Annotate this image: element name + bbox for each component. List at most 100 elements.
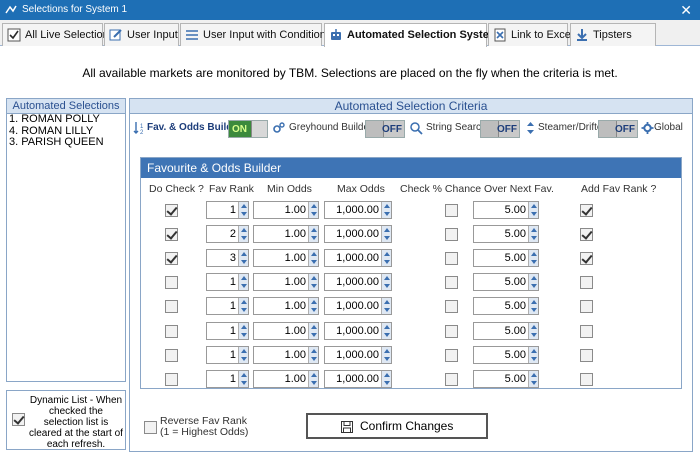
spin-buttons[interactable]	[381, 202, 391, 218]
min-odds-spinner[interactable]: 1.00	[253, 249, 319, 268]
spin-buttons[interactable]	[238, 346, 248, 363]
fav-rank-spinner[interactable]: 1	[206, 345, 249, 364]
add-fav-rank-checkbox[interactable]	[580, 348, 593, 362]
spin-buttons[interactable]	[381, 274, 391, 291]
spin-buttons[interactable]	[308, 322, 318, 339]
pct-chance-spinner[interactable]: 5.00	[473, 321, 539, 340]
spin-buttons[interactable]	[308, 202, 318, 218]
tab-all-live-selections[interactable]: All Live Selections	[2, 23, 114, 46]
add-fav-rank-checkbox[interactable]	[580, 228, 593, 242]
fav-rank-spinner[interactable]: 1	[206, 321, 249, 340]
pct-chance-spinner[interactable]: 5.00	[473, 201, 539, 219]
string-search-toggle[interactable]: OFF	[480, 120, 520, 138]
spin-buttons[interactable]	[381, 322, 391, 339]
close-icon[interactable]: ✕	[680, 0, 692, 20]
spin-buttons[interactable]	[238, 226, 248, 243]
spin-buttons[interactable]	[238, 274, 248, 291]
add-fav-rank-checkbox[interactable]	[580, 252, 593, 266]
fav-rank-spinner[interactable]: 1	[206, 273, 249, 292]
min-odds-spinner[interactable]: 1.00	[253, 225, 319, 244]
add-fav-rank-checkbox[interactable]	[580, 372, 593, 386]
add-fav-rank-checkbox[interactable]	[580, 324, 593, 338]
list-item[interactable]: 1. ROMAN POLLY	[7, 113, 125, 126]
tab-tipsters[interactable]: Tipsters	[570, 23, 656, 46]
reverse-fav-rank-checkbox[interactable]	[144, 421, 157, 434]
spin-buttons[interactable]	[308, 370, 318, 387]
spin-buttons[interactable]	[381, 370, 391, 387]
add-fav-rank-checkbox[interactable]	[580, 276, 593, 290]
tab-user-input-with-conditions[interactable]: User Input with Conditions	[180, 23, 331, 46]
pct-chance-spinner[interactable]: 5.00	[473, 369, 539, 388]
min-odds-spinner[interactable]: 1.00	[253, 297, 319, 316]
max-odds-spinner[interactable]: 1,000.00	[324, 321, 392, 340]
tab-link-to-excel[interactable]: Link to Excel	[488, 23, 573, 46]
pct-chance-spinner[interactable]: 5.00	[473, 273, 539, 292]
greyhound-builder-toggle[interactable]: OFF	[365, 120, 405, 138]
max-odds-spinner[interactable]: 1,000.00	[324, 225, 392, 244]
spin-buttons[interactable]	[528, 322, 538, 339]
spin-buttons[interactable]	[381, 226, 391, 243]
do-check-checkbox[interactable]	[165, 372, 178, 386]
check-pct-checkbox[interactable]	[445, 372, 458, 386]
pct-chance-spinner[interactable]: 5.00	[473, 249, 539, 268]
spin-buttons[interactable]	[308, 250, 318, 267]
max-odds-spinner[interactable]: 1,000.00	[324, 369, 392, 388]
fav-rank-spinner[interactable]: 1	[206, 297, 249, 316]
check-pct-checkbox[interactable]	[445, 276, 458, 290]
spin-buttons[interactable]	[381, 298, 391, 315]
do-check-checkbox[interactable]	[165, 324, 178, 338]
do-check-checkbox[interactable]	[165, 300, 178, 314]
spin-buttons[interactable]	[528, 202, 538, 218]
spin-buttons[interactable]	[528, 226, 538, 243]
min-odds-spinner[interactable]: 1.00	[253, 201, 319, 219]
fav-rank-spinner[interactable]: 2	[206, 225, 249, 244]
spin-buttons[interactable]	[381, 346, 391, 363]
confirm-changes-button[interactable]: Confirm Changes	[306, 413, 488, 439]
spin-buttons[interactable]	[528, 274, 538, 291]
steamer-drifter-toggle[interactable]: OFF	[598, 120, 638, 138]
fav-rank-spinner[interactable]: 1	[206, 201, 249, 219]
do-check-checkbox[interactable]	[165, 348, 178, 362]
check-pct-checkbox[interactable]	[445, 300, 458, 314]
max-odds-spinner[interactable]: 1,000.00	[324, 345, 392, 364]
spin-buttons[interactable]	[528, 250, 538, 267]
spin-buttons[interactable]	[308, 346, 318, 363]
fav-rank-spinner[interactable]: 1	[206, 369, 249, 388]
min-odds-spinner[interactable]: 1.00	[253, 273, 319, 292]
spin-buttons[interactable]	[238, 202, 248, 218]
do-check-checkbox[interactable]	[165, 228, 178, 242]
pct-chance-spinner[interactable]: 5.00	[473, 225, 539, 244]
spin-buttons[interactable]	[528, 298, 538, 315]
min-odds-spinner[interactable]: 1.00	[253, 321, 319, 340]
pct-chance-spinner[interactable]: 5.00	[473, 345, 539, 364]
tab-automated-selection-systems[interactable]: Automated Selection Systems	[324, 23, 505, 47]
spin-buttons[interactable]	[528, 370, 538, 387]
spin-buttons[interactable]	[308, 226, 318, 243]
fav-rank-spinner[interactable]: 3	[206, 249, 249, 268]
dynamic-list-checkbox[interactable]	[12, 413, 25, 426]
spin-buttons[interactable]	[238, 250, 248, 267]
max-odds-spinner[interactable]: 1,000.00	[324, 249, 392, 268]
fav-odds-builder-toggle[interactable]: ON	[228, 120, 268, 138]
max-odds-spinner[interactable]: 1,000.00	[324, 201, 392, 219]
tab-user-input[interactable]: User Input	[104, 23, 179, 46]
check-pct-checkbox[interactable]	[445, 204, 458, 217]
max-odds-spinner[interactable]: 1,000.00	[324, 297, 392, 316]
spin-buttons[interactable]	[528, 346, 538, 363]
check-pct-checkbox[interactable]	[445, 252, 458, 266]
pct-chance-spinner[interactable]: 5.00	[473, 297, 539, 316]
min-odds-spinner[interactable]: 1.00	[253, 369, 319, 388]
global-label[interactable]: Global	[654, 122, 683, 133]
spin-buttons[interactable]	[381, 250, 391, 267]
spin-buttons[interactable]	[308, 298, 318, 315]
spin-buttons[interactable]	[238, 322, 248, 339]
do-check-checkbox[interactable]	[165, 204, 178, 217]
add-fav-rank-checkbox[interactable]	[580, 300, 593, 314]
check-pct-checkbox[interactable]	[445, 228, 458, 242]
list-item[interactable]: 3. PARISH QUEEN	[7, 136, 125, 149]
spin-buttons[interactable]	[238, 370, 248, 387]
max-odds-spinner[interactable]: 1,000.00	[324, 273, 392, 292]
check-pct-checkbox[interactable]	[445, 348, 458, 362]
spin-buttons[interactable]	[308, 274, 318, 291]
add-fav-rank-checkbox[interactable]	[580, 204, 593, 217]
